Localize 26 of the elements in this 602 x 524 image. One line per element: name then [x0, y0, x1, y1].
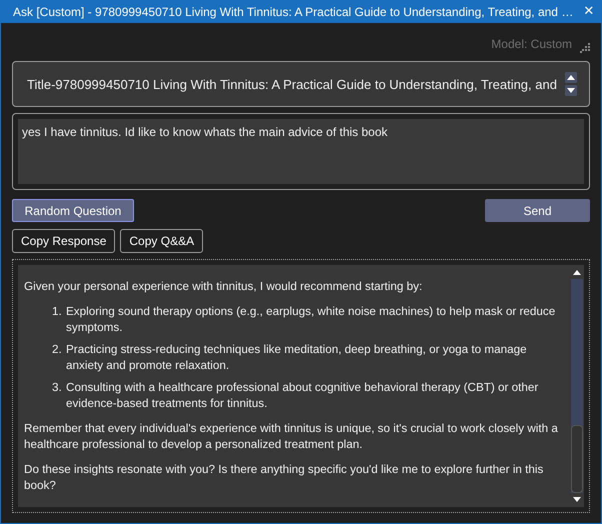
list-item-text: Exploring sound therapy options (e.g., earplugs, white noise machines) to help mask or reduce symptoms.	[66, 304, 556, 336]
list-number: 3.	[52, 380, 63, 396]
book-title-text: Title-9780999450710 Living With Tinnitus: A Practical Guide to Understanding, Treating, and	[27, 76, 558, 92]
scroll-down-icon[interactable]	[572, 496, 582, 504]
book-title-selector[interactable]: Title-9780999450710 Living With Tinnitus: A Practical Guide to Understanding, Treating, and	[12, 61, 590, 107]
question-field[interactable]: yes I have tinnitus. Id like to know whats the main advice of this book	[12, 113, 590, 190]
scrollbar[interactable]	[570, 265, 584, 507]
scrollbar-thumb[interactable]	[571, 425, 583, 493]
response-paragraph: Given your personal experience with tinnitus, I would recommend starting by:	[24, 279, 424, 295]
resize-grip-icon	[580, 43, 590, 53]
copy-button[interactable]: Copy Q&&A	[120, 229, 204, 253]
list-number: 2.	[52, 342, 63, 358]
close-button[interactable]: ✕	[579, 4, 598, 19]
scroll-up-icon[interactable]	[572, 268, 582, 276]
copy-button[interactable]: Copy Response	[12, 229, 116, 253]
down-arrow-icon[interactable]	[565, 85, 577, 96]
list-item-text: Practicing stress-reducing techniques like meditation, deep breathing, or yoga to manage anxiety and promote relaxation.	[66, 342, 528, 374]
list-number: 1.	[52, 304, 63, 320]
list-item-text: Consulting with a healthcare professional about cognitive behavioral therapy (CBT) or other evidence-based treatments for tinnitus.	[66, 380, 540, 412]
up-arrow-icon[interactable]	[565, 72, 577, 83]
window-title: Ask [Custom] - 9780999450710 Living With Tinnitus: A Practical Guide to Understanding, Treating, and …	[13, 4, 574, 18]
random-question-button[interactable]: Random Question	[12, 199, 134, 222]
send-button[interactable]: Send	[485, 199, 590, 222]
model-label: Model: Custom	[491, 37, 572, 53]
response-paragraph: Remember that every individual's experience with tinnitus is unique, so it's crucial to work closely with a healthcare professional to develop a personalized treatment plan.	[24, 420, 559, 453]
response-paragraph: Do these insights resonate with you? Is there anything specific you'd like me to explore further in this book?	[24, 462, 544, 494]
